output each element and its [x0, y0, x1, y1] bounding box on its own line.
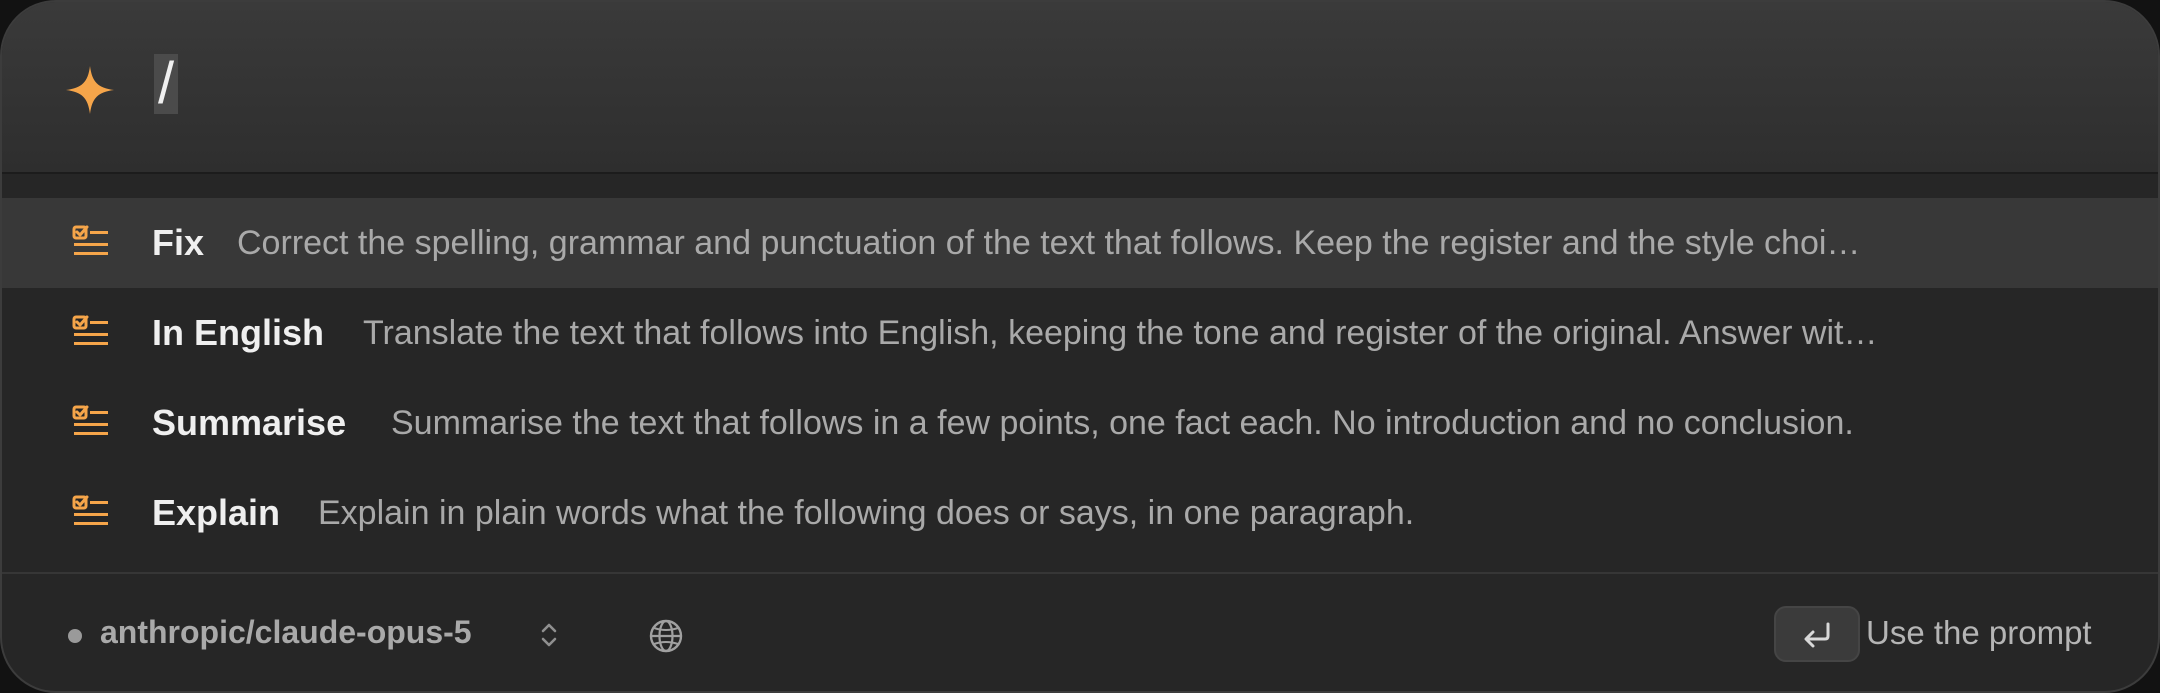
prompt-launcher: / Fix Correct the spelling, grammar and …: [0, 0, 2160, 693]
prompt-item-fix[interactable]: Fix Correct the spelling, grammar and pu…: [2, 198, 2158, 288]
prompt-item-summarise[interactable]: Summarise Summarise the text that follow…: [2, 378, 2158, 468]
use-prompt-button[interactable]: [1774, 606, 1860, 662]
prompt-description: Explain in plain words what the followin…: [318, 493, 1415, 532]
status-dot: [68, 629, 82, 643]
use-prompt-label[interactable]: Use the prompt: [1866, 614, 2092, 652]
prompt-description: Correct the spelling, grammar and punctu…: [237, 223, 1861, 262]
checklist-icon: [72, 225, 108, 255]
model-selector[interactable]: anthropic/claude-opus-5: [100, 614, 472, 651]
prompt-title: Summarise: [152, 402, 347, 443]
search-input[interactable]: /: [154, 54, 179, 114]
prompt-item-explain[interactable]: Explain Explain in plain words what the …: [2, 468, 2158, 558]
search-header: /: [2, 2, 2158, 174]
chevron-up-down-icon[interactable]: [538, 618, 560, 652]
prompt-description: Translate the text that follows into Eng…: [363, 313, 1878, 352]
return-key-icon: [1804, 622, 1830, 648]
prompt-title: In English: [152, 312, 325, 353]
checklist-icon: [72, 405, 108, 435]
prompt-item-in-english[interactable]: In English Translate the text that follo…: [2, 288, 2158, 378]
footer-bar: anthropic/claude-opus-5 Use the prompt: [2, 574, 2158, 691]
checklist-icon: [72, 495, 108, 525]
sparkle-icon: [66, 66, 114, 114]
globe-icon[interactable]: [648, 618, 684, 654]
prompt-title: Explain: [152, 492, 281, 533]
checklist-icon: [72, 315, 108, 345]
prompt-list: Fix Correct the spelling, grammar and pu…: [2, 198, 2158, 558]
prompt-description: Summarise the text that follows in a few…: [391, 403, 1854, 442]
prompt-title: Fix: [152, 222, 205, 263]
